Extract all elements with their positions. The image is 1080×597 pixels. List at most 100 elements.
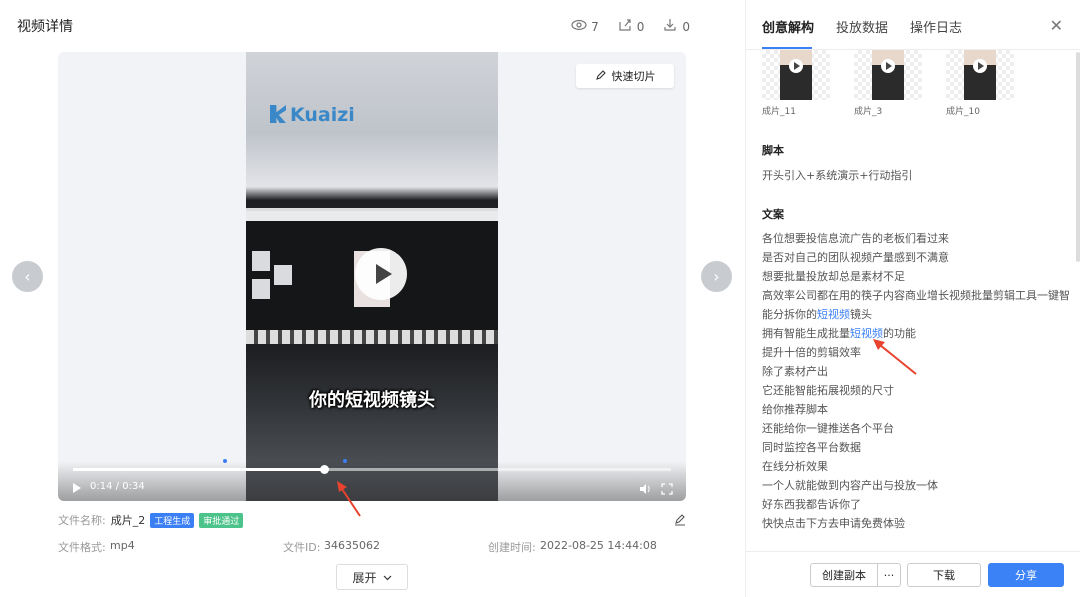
copy-text: 各位想要投信息流广告的老板们看过来 是否对自己的团队视频产量感到不满意 想要批量…	[762, 232, 1070, 536]
download-icon	[662, 18, 678, 35]
copy-line: 还能给你一键推送各个平台	[762, 422, 894, 435]
format-label: 文件格式:	[58, 541, 106, 554]
copy-line: 它还能智能拓展视频的尺寸	[762, 384, 894, 397]
quick-cut-label: 快速切片	[611, 70, 656, 83]
play-button[interactable]	[73, 483, 81, 493]
file-id: 34635062	[324, 539, 380, 552]
kuaizi-logo: Kuaizi	[270, 104, 355, 126]
tab-creative-breakdown[interactable]: 创意解构	[762, 17, 814, 36]
highlight-keyword: 短视频	[817, 308, 850, 321]
script-text: 开头引入+系统演示+行动指引	[762, 169, 913, 182]
next-video-button[interactable]: ›	[701, 261, 732, 292]
copy-line: 一个人就能做到内容产出与投放一体	[762, 479, 938, 492]
views-stat: 7	[571, 18, 599, 35]
tab-delivery-data[interactable]: 投放数据	[836, 17, 888, 36]
volume-icon[interactable]	[639, 480, 651, 494]
video-player[interactable]: Kuaizi 你的短视频镜头 快速切片 0:14 / 0:34	[58, 52, 686, 501]
segment-marker	[343, 459, 347, 463]
annotation-arrow-progress-icon	[337, 481, 361, 517]
play-icon	[881, 59, 895, 73]
views-count: 7	[591, 19, 599, 34]
created-label: 创建时间:	[488, 541, 536, 554]
play-icon	[973, 59, 987, 73]
copy-line: 在线分析效果	[762, 460, 828, 473]
chevron-right-icon: ›	[713, 267, 720, 286]
detail-side-panel: 创意解构 投放数据 操作日志 ✕ 成片_11 成片_3 成片_10 脚本 开头引…	[745, 0, 1080, 597]
downloads-stat: 0	[662, 18, 690, 35]
copy-line: 想要批量投放却总是素材不足	[762, 270, 905, 283]
shares-count: 0	[636, 19, 645, 34]
page-title: 视频详情	[17, 19, 73, 35]
file-name-label: 文件名称:	[58, 514, 106, 527]
logo-text: Kuaizi	[290, 104, 355, 126]
video-name: 成片_3	[854, 107, 883, 117]
panel-footer: 创建副本 ··· 下载 分享	[746, 551, 1080, 597]
edit-name-icon[interactable]	[674, 514, 686, 526]
progress-fill	[73, 468, 325, 471]
related-videos: 成片_11 成片_3 成片_10	[762, 50, 1014, 117]
video-detail-main: 视频详情 7 0 0 ‹ › Kuaizi 你的短视频镜头 快速切片 0:14 …	[0, 0, 745, 597]
related-video-item[interactable]: 成片_10	[946, 50, 1014, 117]
active-tab-indicator	[762, 47, 812, 49]
panel-scrollbar[interactable]	[1076, 52, 1080, 262]
shares-stat: 0	[617, 18, 645, 35]
chevron-left-icon: ‹	[24, 267, 31, 286]
segment-marker	[223, 459, 227, 463]
copy-line: 同时监控各平台数据	[762, 441, 861, 454]
file-id-label: 文件ID:	[283, 541, 321, 554]
player-controls: 0:14 / 0:34	[58, 459, 686, 501]
create-copy-button[interactable]: 创建副本	[810, 563, 878, 587]
expand-label: 展开	[352, 570, 377, 585]
chevron-down-icon	[383, 570, 392, 584]
progress-bar[interactable]	[73, 459, 671, 474]
related-video-item[interactable]: 成片_11	[762, 50, 830, 117]
quick-cut-button[interactable]: 快速切片	[576, 64, 674, 88]
video-thumbnail	[946, 50, 1014, 100]
share-icon	[617, 18, 633, 35]
stats: 7 0 0	[571, 18, 690, 35]
approved-tag: 审批通过	[199, 512, 244, 528]
copy-line: 快快点击下方去申请免费体验	[762, 517, 905, 530]
copy-line: 能分拆你的短视频镜头	[762, 308, 872, 321]
engineering-tag: 工程生成	[150, 512, 195, 528]
copy-line: 好东西我都告诉你了	[762, 498, 861, 511]
file-name: 成片_2	[110, 514, 146, 527]
time-separator: /	[115, 481, 120, 492]
video-detail-page: 视频详情 7 0 0 ‹ › Kuaizi 你的短视频镜头 快速切片 0:14 …	[0, 0, 1080, 597]
fullscreen-icon[interactable]	[661, 480, 673, 495]
panel-tabs: 创意解构 投放数据 操作日志 ✕	[746, 0, 1080, 50]
video-thumbnail	[762, 50, 830, 100]
annotation-arrow-keyword-icon	[873, 339, 917, 375]
duration: 0:34	[122, 481, 145, 492]
expand-button[interactable]: 展开	[336, 564, 408, 590]
copy-line: 是否对自己的团队视频产量感到不满意	[762, 251, 949, 264]
copy-line: 给你推荐脚本	[762, 403, 828, 416]
top-bar: 视频详情 7 0 0	[0, 0, 745, 50]
download-button[interactable]: 下载	[907, 563, 981, 587]
close-icon[interactable]: ✕	[1050, 16, 1063, 35]
created-time: 2022-08-25 14:44:08	[540, 539, 657, 552]
time-display: 0:14 / 0:34	[90, 481, 145, 492]
share-button[interactable]: 分享	[988, 563, 1064, 587]
current-time: 0:14	[90, 481, 113, 492]
video-thumbnail	[854, 50, 922, 100]
downloads-count: 0	[682, 19, 690, 34]
copy-line: 高效率公司都在用的筷子内容商业增长视频批量剪辑工具一键智	[762, 289, 1070, 302]
eye-icon	[571, 18, 587, 35]
copy-line: 各位想要投信息流广告的老板们看过来	[762, 232, 949, 245]
related-video-item[interactable]: 成片_3	[854, 50, 922, 117]
video-subtitle: 你的短视频镜头	[309, 390, 435, 411]
file-format: mp4	[110, 539, 135, 552]
video-frame: Kuaizi 你的短视频镜头	[246, 52, 498, 501]
copy-title: 文案	[762, 208, 784, 221]
more-options-button[interactable]: ···	[877, 563, 901, 587]
play-icon	[789, 59, 803, 73]
tab-operation-log[interactable]: 操作日志	[910, 17, 962, 36]
prev-video-button[interactable]: ‹	[12, 261, 43, 292]
script-title: 脚本	[762, 144, 784, 157]
video-name: 成片_10	[946, 107, 980, 117]
progress-knob[interactable]	[320, 465, 330, 474]
pencil-icon	[595, 69, 607, 84]
big-play-button[interactable]	[355, 248, 407, 300]
logo-mark-icon	[270, 105, 286, 123]
